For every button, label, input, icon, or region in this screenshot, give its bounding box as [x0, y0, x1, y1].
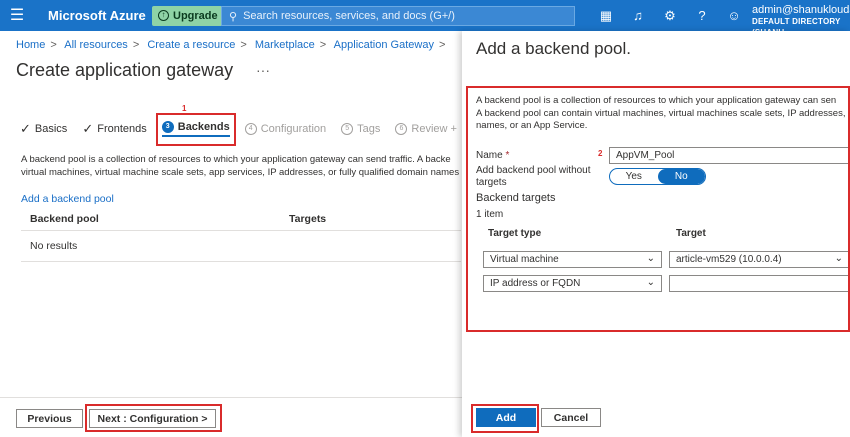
highlight-box	[85, 404, 222, 432]
tab-configuration[interactable]: 4 Configuration	[244, 121, 327, 137]
user-name: admin@shanukloudа	[752, 4, 850, 16]
checkmark-icon: ✓	[82, 121, 94, 136]
page-title: Create application gateway	[16, 60, 234, 80]
breadcrumb-separator: >	[50, 39, 57, 51]
tab-frontends[interactable]: ✓ Frontends	[82, 121, 146, 137]
annotation-number: 1	[182, 104, 187, 113]
breadcrumb-home[interactable]: Home	[16, 39, 45, 51]
cancel-button[interactable]: Cancel	[541, 408, 601, 427]
tab-label: Review +	[411, 123, 457, 135]
more-options-icon[interactable]: ···	[256, 62, 270, 78]
wizard-tabs: ✓ Basics ✓ Frontends 3 Backends 4 Config…	[20, 121, 472, 137]
breadcrumb-marketplace[interactable]: Marketplace	[255, 39, 315, 51]
tab-label: Configuration	[260, 123, 327, 135]
panel-title: Add a backend pool.	[476, 39, 632, 58]
previous-button[interactable]: Previous	[16, 409, 83, 428]
wizard-footer: Previous Next : Configuration >	[0, 397, 462, 437]
column-header-backend-pool: Backend pool	[30, 213, 99, 225]
step-number-icon: 4	[244, 123, 257, 135]
tab-tags[interactable]: 5 Tags	[341, 121, 380, 137]
add-backend-pool-panel: Add a backend pool. A backend pool is a …	[462, 31, 850, 437]
breadcrumb-all-resources[interactable]: All resources	[64, 39, 128, 51]
gear-icon[interactable]: ⚙	[654, 8, 686, 24]
brand-name[interactable]: Microsoft Azure	[48, 8, 148, 23]
breadcrumb: Home > All resources > Create a resource > …	[16, 39, 450, 51]
breadcrumb-separator: >	[240, 39, 247, 51]
highlight-box	[471, 404, 539, 433]
top-icons: ▦ ♫ ⚙ ? ☺	[590, 0, 750, 31]
bell-icon[interactable]: ♫	[622, 8, 654, 23]
cloud-shell-icon[interactable]: ▦	[590, 8, 622, 24]
table-header: Backend pool Targets	[21, 208, 461, 231]
tab-review[interactable]: 6 Review +	[395, 121, 457, 137]
description-line: virtual machines, virtual machine scale …	[21, 167, 460, 178]
tab-label: Tags	[357, 123, 381, 135]
highlight-box	[466, 86, 850, 332]
breadcrumb-separator: >	[132, 39, 140, 51]
backend-pool-table: Backend pool Targets No results	[21, 208, 461, 262]
arrow-up-icon: ↑	[158, 10, 169, 21]
step-number-icon: 5	[341, 123, 354, 135]
description-line: A backend pool is a collection of resour…	[21, 154, 451, 165]
highlight-box	[156, 113, 236, 146]
breadcrumb-create-resource[interactable]: Create a resource	[147, 39, 235, 51]
upgrade-button[interactable]: ↑ Upgrade	[152, 5, 224, 26]
breadcrumb-separator: >	[319, 39, 327, 51]
column-header-targets: Targets	[289, 213, 327, 225]
search-icon: ⚲	[229, 10, 238, 23]
feedback-icon[interactable]: ☺	[718, 8, 750, 23]
help-icon[interactable]: ?	[686, 8, 718, 23]
backend-pool-description: A backend pool is a collection of resour…	[21, 153, 461, 179]
upgrade-label: Upgrade	[173, 9, 218, 22]
add-backend-pool-link[interactable]: Add a backend pool	[21, 193, 114, 205]
tab-label: Basics	[34, 123, 68, 135]
checkmark-icon: ✓	[20, 121, 31, 136]
tab-basics[interactable]: ✓ Basics	[20, 121, 67, 137]
search-input[interactable]: ⚲ Search resources, services, and docs (…	[221, 6, 575, 26]
step-number-icon: 6	[395, 123, 408, 135]
empty-state: No results	[21, 231, 461, 262]
breadcrumb-separator: >	[438, 39, 446, 51]
hamburger-icon[interactable]: ☰	[0, 0, 34, 31]
breadcrumb-application-gateway[interactable]: Application Gateway	[334, 39, 434, 51]
search-placeholder: Search resources, services, and docs (G+…	[243, 10, 455, 22]
tab-label: Frontends	[97, 123, 147, 135]
